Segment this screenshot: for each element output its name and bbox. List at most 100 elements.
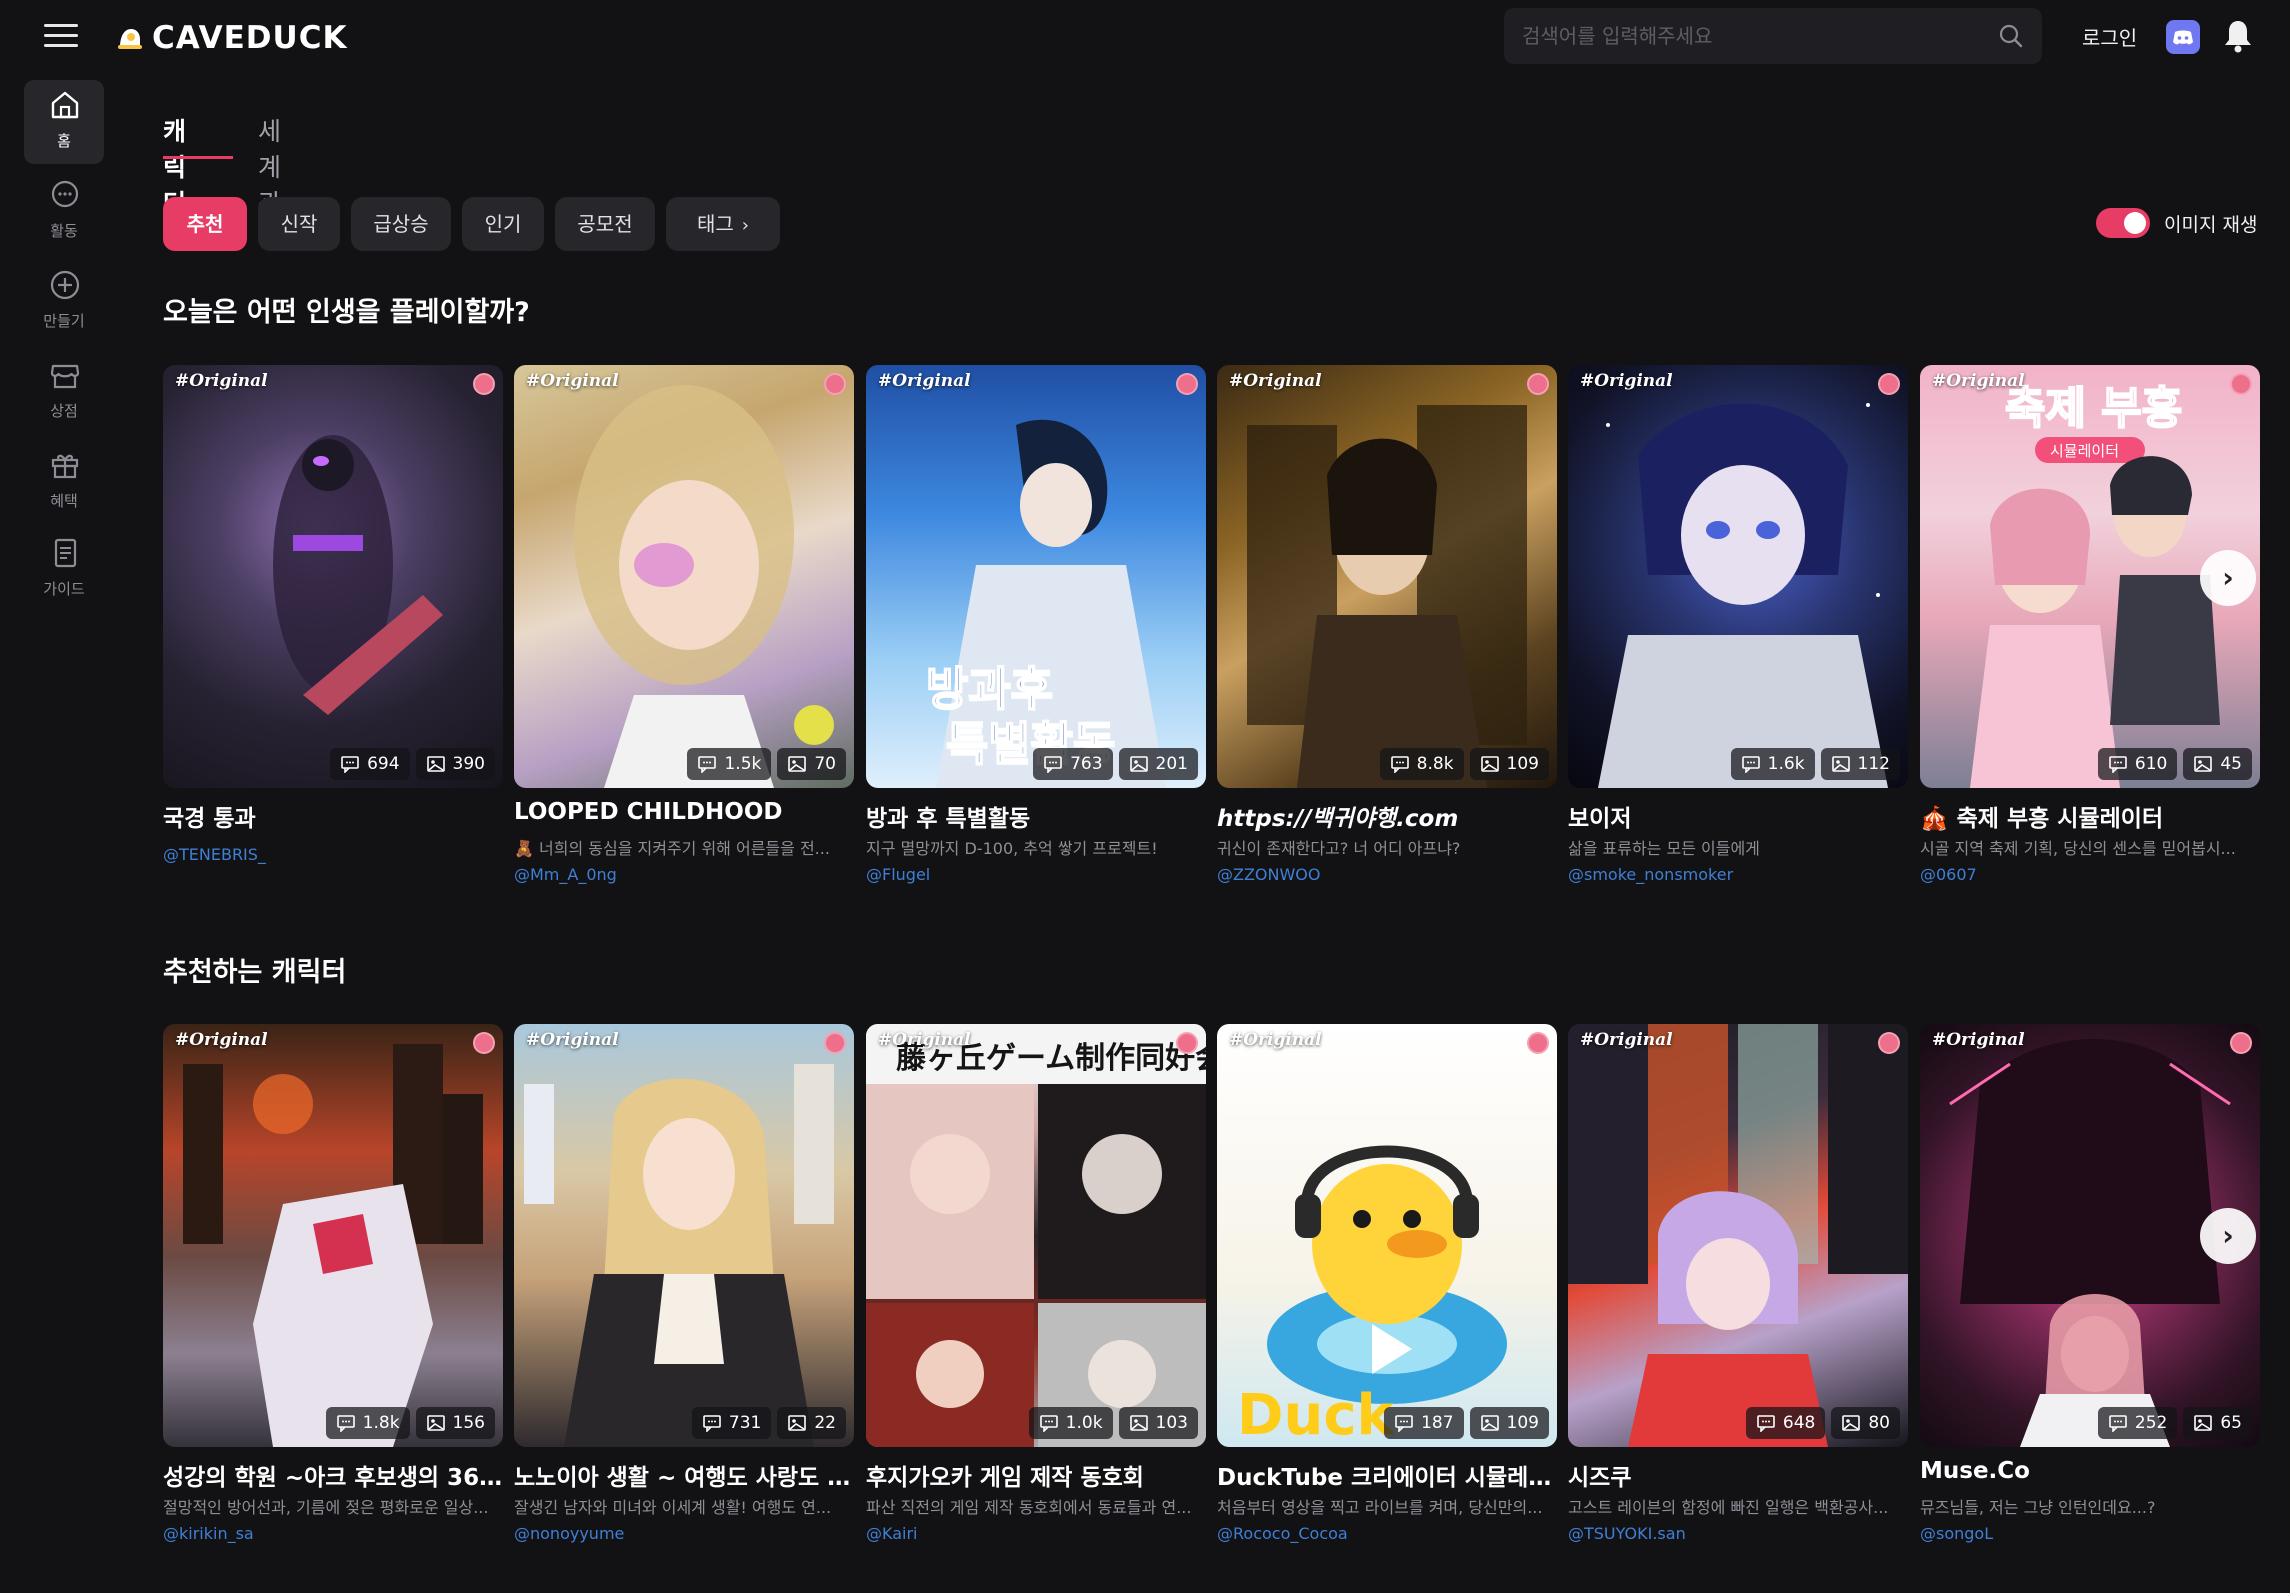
card-author[interactable]: @kirikin_sa [163, 1524, 503, 1543]
character-card[interactable]: 藤ヶ丘ゲーム制作同好会 #Original 1.0k 103 후지가오카 게임 … [866, 1024, 1206, 1562]
card-title: https://백귀야행.com [1217, 806, 1459, 832]
chat-count: 648 [1745, 1407, 1826, 1439]
sidebar-item-label: 상점 [50, 402, 78, 420]
card-author[interactable]: @ZZONWOO [1217, 865, 1557, 884]
favorite-icon[interactable] [1176, 373, 1198, 395]
chip-recommended[interactable]: 추천 [163, 197, 247, 251]
image-icon [2194, 1415, 2213, 1431]
duck-logo-icon [118, 29, 142, 49]
login-button[interactable]: 로그인 [2082, 22, 2137, 51]
chat-icon [2109, 1415, 2127, 1432]
card-author[interactable]: @songoL [1920, 1524, 2260, 1543]
card-description: 잘생긴 남자와 미녀와 이세계 생활! 여행도 연... [514, 1498, 832, 1517]
image-count: 22 [777, 1407, 846, 1439]
card-author[interactable]: @Mm_A_0ng [514, 865, 854, 884]
search-icon[interactable] [1998, 23, 2024, 49]
image-play-label: 이미지 재생 [2164, 213, 2258, 236]
card-title: LOOPED CHILDHOOD [514, 799, 783, 825]
card-author[interactable]: @nonoyyume [514, 1524, 854, 1543]
sidebar-item-store[interactable]: 상점 [24, 350, 104, 434]
chat-count: 763 [1033, 748, 1113, 780]
character-card[interactable]: 축제 부흥 시뮬레이터 #Original 610 45 🎪 축제 부흥 시뮬레… [1920, 365, 2260, 903]
plus-circle-icon [50, 270, 80, 300]
search-box[interactable] [1504, 8, 2042, 64]
logo[interactable]: CAVEDUCK [114, 18, 347, 58]
card-author[interactable]: @TENEBRIS_ [163, 845, 503, 864]
card-art: 藤ヶ丘ゲーム制作同好会 [866, 1024, 1206, 1447]
sidebar-item-benefits[interactable]: 혜택 [24, 440, 104, 524]
favorite-icon[interactable] [1176, 1032, 1198, 1054]
favorite-icon[interactable] [473, 373, 495, 395]
character-card[interactable]: 방과후 특별활동 #Original 763 201 방과 후 특별활동 지구 … [866, 365, 1206, 903]
character-card[interactable]: Duck #Original 187 109 DuckTube 크리에이터 시뮬… [1217, 1024, 1557, 1562]
character-card[interactable]: #Original 731 22 노노이아 생활 ~ 여행도 사랑도 일... … [514, 1024, 854, 1562]
carousel-next-button[interactable]: › [2200, 1208, 2256, 1264]
sidebar-item-home[interactable]: 홈 [24, 80, 104, 164]
character-card[interactable]: #Original 1.6k 112 보이저 삶을 표류하는 모든 이들에게 @… [1568, 365, 1908, 903]
character-card[interactable]: #Original 1.5k 70 LOOPED CHILDHOOD 🧸 너희의… [514, 365, 854, 903]
image-icon [1480, 756, 1499, 772]
card-author[interactable]: @Kairi [866, 1524, 1206, 1543]
original-tag: #Original [878, 371, 971, 391]
chip-rising[interactable]: 급상승 [351, 197, 451, 251]
card-description: 삶을 표류하는 모든 이들에게 [1568, 839, 1760, 858]
image-icon [1129, 756, 1148, 772]
chat-icon [1044, 756, 1062, 773]
character-card[interactable]: #Original 1.8k 156 성강의 학원 ~아크 후보생의 365..… [163, 1024, 503, 1562]
card-title: 시즈쿠 [1568, 1465, 1632, 1491]
card-title: 국경 통과 [163, 806, 256, 832]
carousel-next-button[interactable]: › [2200, 550, 2256, 606]
chip-new[interactable]: 신작 [258, 197, 340, 251]
bell-icon[interactable] [2222, 18, 2254, 54]
image-count: 45 [2183, 748, 2252, 780]
favorite-icon[interactable] [824, 373, 846, 395]
card-author[interactable]: @Flugel [866, 865, 1206, 884]
favorite-icon[interactable] [1527, 373, 1549, 395]
sidebar-item-guide[interactable]: 가이드 [24, 528, 104, 612]
gift-icon [51, 454, 79, 479]
menu-icon[interactable] [44, 22, 78, 50]
chat-count: 1.5k [687, 748, 772, 780]
card-thumbnail: 藤ヶ丘ゲーム制作同好会 #Original 1.0k 103 [866, 1024, 1206, 1447]
active-tab-indicator [163, 156, 233, 159]
sidebar-item-create[interactable]: 만들기 [24, 260, 104, 344]
search-input[interactable] [1522, 18, 1992, 54]
card-thumbnail: #Original 694 390 [163, 365, 503, 788]
favorite-icon[interactable] [473, 1032, 495, 1054]
image-count: 156 [415, 1407, 495, 1439]
chip-contest[interactable]: 공모전 [555, 197, 655, 251]
image-icon [426, 756, 445, 772]
favorite-icon[interactable] [1878, 373, 1900, 395]
chip-popular[interactable]: 인기 [462, 197, 544, 251]
favorite-icon[interactable] [2230, 373, 2252, 395]
character-card[interactable]: #Original 8.8k 109 https://백귀야행.com 귀신이 … [1217, 365, 1557, 903]
original-tag: #Original [175, 371, 268, 391]
discord-icon[interactable] [2166, 20, 2200, 54]
original-tag: #Original [1932, 1030, 2025, 1050]
image-count: 103 [1118, 1407, 1198, 1439]
image-count: 109 [1469, 1407, 1549, 1439]
card-title: DuckTube 크리에이터 시뮬레이터 [1217, 1465, 1557, 1491]
favorite-icon[interactable] [824, 1032, 846, 1054]
card-stats: 1.0k 103 [1028, 1407, 1198, 1439]
image-icon [1831, 756, 1850, 772]
image-count: 390 [415, 748, 495, 780]
card-stats: 731 22 [691, 1407, 846, 1439]
favorite-icon[interactable] [2230, 1032, 2252, 1054]
image-play-toggle[interactable] [2096, 208, 2150, 238]
sidebar-item-label: 만들기 [43, 312, 85, 330]
image-count: 109 [1469, 748, 1549, 780]
character-card[interactable]: #Original 694 390 국경 통과 @TENEBRIS_ [163, 365, 503, 903]
card-author[interactable]: @0607 [1920, 865, 2260, 884]
character-card[interactable]: #Original 252 65 Muse.Co 뮤즈님들, 저는 그냥 인턴인… [1920, 1024, 2260, 1562]
original-tag: #Original [175, 1030, 268, 1050]
image-count: 70 [777, 748, 846, 780]
sidebar-item-activity[interactable]: 활동 [24, 170, 104, 254]
chip-tags[interactable]: 태그 › [666, 197, 780, 251]
card-author[interactable]: @smoke_nonsmoker [1568, 865, 1908, 884]
character-card[interactable]: #Original 648 80 시즈쿠 고스트 레이븐의 함정에 빠진 일행은… [1568, 1024, 1908, 1562]
favorite-icon[interactable] [1527, 1032, 1549, 1054]
card-author[interactable]: @Rococo_Cocoa [1217, 1524, 1557, 1543]
card-author[interactable]: @TSUYOKI.san [1568, 1524, 1908, 1543]
favorite-icon[interactable] [1878, 1032, 1900, 1054]
